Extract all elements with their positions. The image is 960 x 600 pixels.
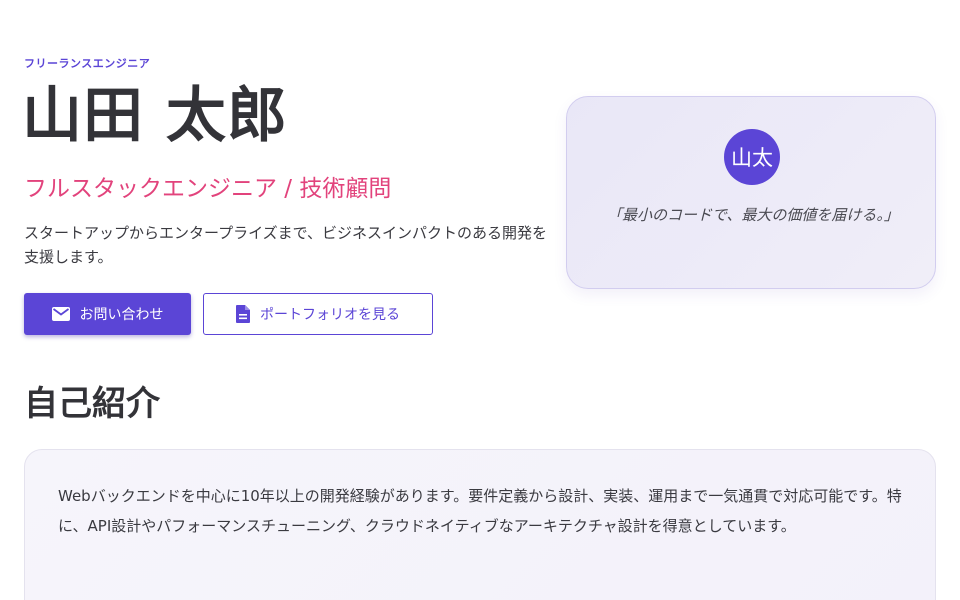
eyebrow-label: フリーランスエンジニア (24, 57, 151, 70)
portfolio-button-label: ポートフォリオを見る (260, 307, 400, 323)
about-text: Webバックエンドを中心に10年以上の開発経験があります。要件定義から設計、実装… (58, 487, 902, 535)
profile-role: フルスタックエンジニア / 技術顧問 (24, 176, 392, 202)
about-section-title: 自己紹介 (24, 384, 160, 424)
profile-intro: スタートアップからエンタープライズまで、ビジネスインパクトのある開発を支援します… (24, 224, 548, 266)
contact-button-label: お問い合わせ (79, 307, 164, 323)
profile-name: 山田 太郎 (22, 81, 288, 151)
quote-card: 山太 「最小のコードで、最大の価値を届ける。」 (566, 96, 936, 289)
avatar: 山太 (724, 129, 780, 185)
portfolio-button[interactable]: ポートフォリオを見る (203, 293, 433, 335)
contact-button[interactable]: お問い合わせ (24, 293, 191, 335)
document-icon (236, 305, 250, 323)
about-card: Webバックエンドを中心に10年以上の開発経験があります。要件定義から設計、実装… (24, 449, 936, 600)
mail-icon (51, 307, 70, 321)
profile-page: フリーランスエンジニア 山田 太郎 フルスタックエンジニア / 技術顧問 スター… (0, 0, 960, 600)
quote-text: 「最小のコードで、最大の価値を届ける。」 (607, 206, 899, 224)
